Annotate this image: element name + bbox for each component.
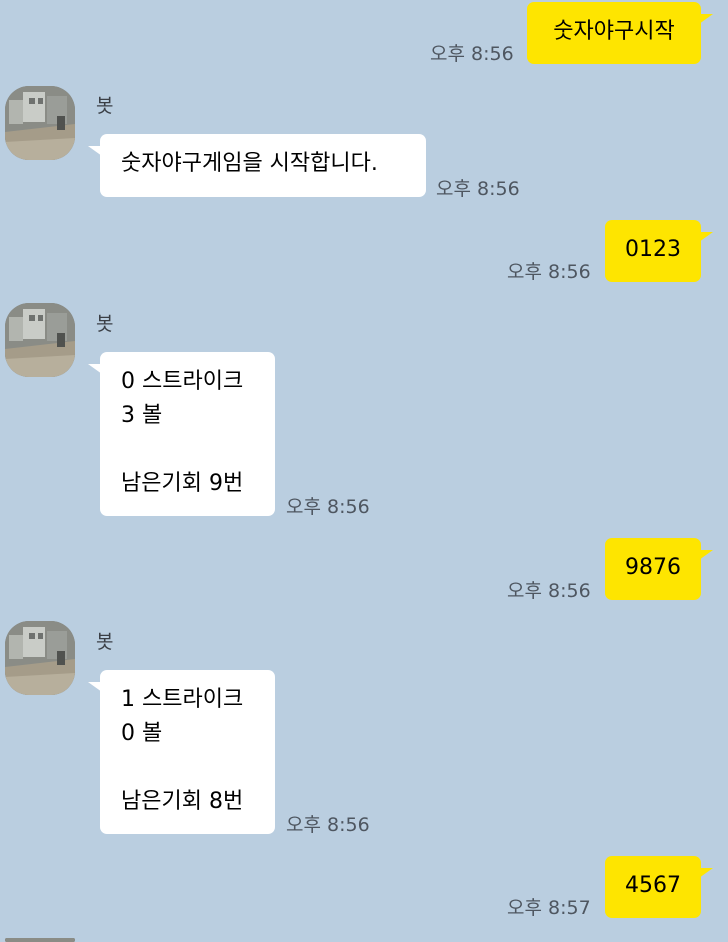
- bot-avatar-photo-icon: [5, 621, 75, 695]
- bot-avatar[interactable]: [5, 303, 75, 377]
- bot-avatar[interactable]: [5, 938, 75, 942]
- bot-avatar-photo-icon: [5, 303, 75, 377]
- bot-avatar[interactable]: [5, 86, 75, 160]
- message-time: 오후 8:56: [507, 261, 591, 283]
- sender-name: 봇: [96, 95, 114, 117]
- sender-name: 봇: [96, 631, 114, 653]
- chat-room: 숫자야구시작 오후 8:56 봇 숫자야구게임을 시작합니다. 오후 8:56 …: [0, 0, 728, 942]
- bot-message-bubble[interactable]: 0 스트라이크 3 볼 남은기회 9번: [88, 352, 275, 516]
- bot-avatar-photo-icon: [5, 86, 75, 160]
- my-message-bubble[interactable]: 0123: [605, 220, 713, 282]
- message-time: 오후 8:56: [286, 814, 370, 836]
- my-message-bubble[interactable]: 숫자야구시작: [527, 2, 713, 64]
- bot-avatar-photo-icon: [5, 938, 75, 942]
- sender-name: 봇: [96, 313, 114, 335]
- message-time: 오후 8:56: [436, 178, 520, 200]
- message-time: 오후 8:56: [430, 43, 514, 65]
- message-time: 오후 8:56: [286, 496, 370, 518]
- message-time: 오후 8:56: [507, 580, 591, 602]
- message-time: 오후 8:57: [507, 897, 591, 919]
- bot-message-bubble[interactable]: 1 스트라이크 0 볼 남은기회 8번: [88, 670, 275, 834]
- my-message-bubble[interactable]: 9876: [605, 538, 713, 600]
- bot-avatar[interactable]: [5, 621, 75, 695]
- my-message-bubble[interactable]: 4567: [605, 856, 713, 918]
- bot-message-bubble[interactable]: 숫자야구게임을 시작합니다.: [88, 134, 426, 197]
